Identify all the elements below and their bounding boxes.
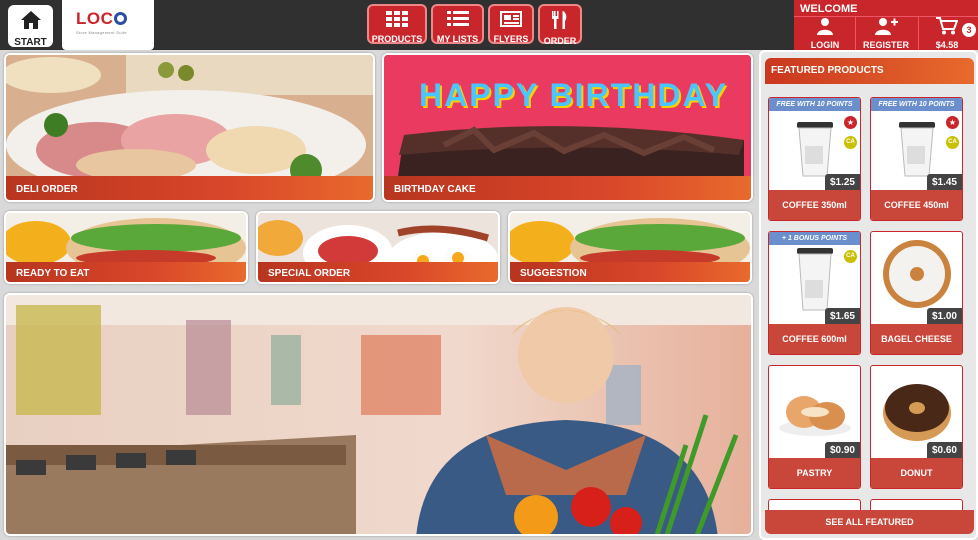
nav-flyers-button[interactable]: FLYERS: [488, 4, 534, 44]
nav-my-lists-button[interactable]: MY LISTS: [431, 4, 484, 44]
product-name: COFFEE 600ml: [769, 324, 860, 354]
ca-badge-icon: CA: [844, 136, 857, 149]
list-icon: [446, 11, 469, 26]
product-name: COFFEE 350ml: [769, 190, 860, 220]
account-divider-1: [855, 17, 856, 50]
newspaper-icon: [500, 11, 522, 27]
product-name: COFFEE 450ml: [871, 190, 962, 220]
featured-title: FEATURED PRODUCTS: [765, 58, 974, 84]
home-icon: [20, 11, 41, 29]
fork-knife-icon: [552, 11, 567, 29]
pastry-image: [779, 396, 851, 436]
featured-products-panel: FEATURED PRODUCTS FREE WITH 10 POINTS ★ …: [759, 50, 978, 540]
see-all-featured-button[interactable]: SEE ALL FEATURED: [765, 510, 974, 534]
login-button[interactable]: LOGIN: [804, 17, 846, 50]
donut-image: [883, 384, 951, 441]
nav-order-label: ORDER: [543, 36, 577, 46]
tile-special-caption: SPECIAL ORDER: [258, 262, 498, 282]
product-card-bagel-cheese[interactable]: $1.00 BAGEL CHEESE: [870, 231, 963, 355]
nav-products-button[interactable]: PRODUCTS: [367, 4, 427, 44]
start-label: START: [14, 37, 47, 48]
product-card-donut[interactable]: $0.60 DONUT: [870, 365, 963, 489]
tile-special-order[interactable]: SPECIAL ORDER: [256, 211, 500, 284]
tile-birthday-caption: BIRTHDAY CAKE: [384, 176, 751, 200]
tile-suggestion-caption: SUGGESTION: [510, 262, 750, 282]
account-divider-2: [918, 17, 919, 50]
welcome-label: WELCOME: [800, 3, 858, 15]
product-card-coffee-600[interactable]: + 1 BONUS POINTS CA $1.65 COFFEE 600ml: [768, 231, 861, 355]
birthday-candle-letters: HAPPY BIRTHDAY: [419, 77, 728, 113]
grid-icon: [386, 11, 408, 27]
ca-badge-icon: CA: [844, 250, 857, 263]
login-label: LOGIN: [810, 40, 840, 50]
nav-flyers-label: FLYERS: [493, 34, 529, 44]
product-name: PASTRY: [769, 458, 860, 488]
tile-deli-order[interactable]: DELI ORDER: [4, 53, 375, 202]
product-name: BAGEL CHEESE: [871, 324, 962, 354]
product-card-pastry[interactable]: $0.90 PASTRY: [768, 365, 861, 489]
hero-grocery-image: [6, 295, 751, 534]
logo-mark: LOC: [76, 9, 128, 29]
promo-label: FREE WITH 10 POINTS: [769, 98, 860, 111]
user-add-icon: [875, 18, 898, 35]
logo-circle-icon: [114, 12, 128, 25]
product-name: DONUT: [871, 458, 962, 488]
start-button[interactable]: START: [8, 5, 53, 48]
user-icon: [817, 18, 833, 35]
product-card-coffee-450[interactable]: FREE WITH 10 POINTS ★ CA $1.45 COFFEE 45…: [870, 97, 963, 221]
tile-ready-to-eat[interactable]: READY TO EAT: [4, 211, 248, 284]
favorite-star-icon[interactable]: ★: [844, 116, 857, 129]
brand-logo[interactable]: LOC Store Management Suite: [62, 0, 154, 50]
product-card-coffee-350[interactable]: FREE WITH 10 POINTS ★ CA $1.25 COFFEE 35…: [768, 97, 861, 221]
logo-tagline: Store Management Suite: [76, 30, 127, 35]
register-button[interactable]: REGISTER: [860, 17, 912, 50]
nav-products-label: PRODUCTS: [371, 34, 423, 44]
register-label: REGISTER: [862, 40, 909, 50]
tile-birthday-cake[interactable]: HAPPY BIRTHDAY BIRTHDAY CAKE: [382, 53, 753, 202]
tile-deli-caption: DELI ORDER: [6, 176, 373, 200]
tile-ready-caption: READY TO EAT: [6, 262, 246, 282]
hero-banner[interactable]: [4, 293, 753, 536]
promo-label: FREE WITH 10 POINTS: [871, 98, 962, 111]
nav-my-lists-label: MY LISTS: [436, 34, 479, 44]
favorite-star-icon[interactable]: ★: [946, 116, 959, 129]
account-panel: WELCOME LOGIN REGISTER $4.58: [794, 0, 978, 50]
bagel-image: [883, 240, 951, 308]
cart-button[interactable]: $4.58: [926, 17, 968, 50]
cart-icon: [936, 17, 959, 35]
cart-total: $4.58: [935, 40, 959, 50]
nav-order-button[interactable]: ORDER: [538, 4, 582, 46]
cart-count-badge: 3: [962, 23, 976, 37]
ca-badge-icon: CA: [946, 136, 959, 149]
tile-suggestion[interactable]: SUGGESTION: [508, 211, 752, 284]
